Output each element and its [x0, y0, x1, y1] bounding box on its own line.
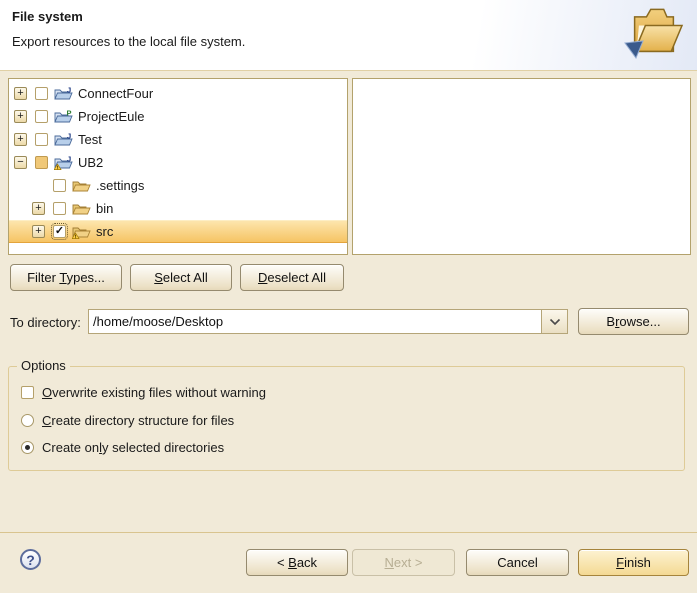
filter-types-label: Filter Types... [27, 270, 105, 285]
directory-dropdown-button[interactable] [541, 310, 567, 333]
expander-toggle[interactable]: + [14, 110, 27, 123]
export-arrow-icon [623, 40, 645, 60]
deselect-all-label: Deselect All [258, 270, 326, 285]
options-group-title: Options [17, 358, 70, 373]
expander-toggle[interactable]: + [32, 225, 45, 238]
option-row[interactable]: Create directory structure for files [21, 411, 234, 429]
expander-toggle[interactable]: − [14, 156, 27, 169]
option-label: Create directory structure for files [42, 413, 234, 428]
help-button[interactable]: ? [20, 549, 41, 570]
tree-item-label: Test [78, 132, 102, 147]
tree-item-label: ProjectEule [78, 109, 144, 124]
tree-row-connectfour[interactable]: + J ConnectFour [9, 82, 347, 105]
expander-toggle[interactable]: + [14, 133, 27, 146]
folder-icon [72, 201, 91, 216]
tree-row-src[interactable]: + ✓ src [9, 220, 347, 243]
tree-row--settings[interactable]: .settings [9, 174, 347, 197]
tree-checkbox[interactable] [35, 87, 48, 100]
tree-row-ub2[interactable]: − J UB2 [9, 151, 347, 174]
tree-row-bin[interactable]: + bin [9, 197, 347, 220]
java-project-folder-warning-icon: J [54, 155, 73, 170]
next-button[interactable]: Next > [352, 549, 455, 576]
resource-tree-panel[interactable]: + J ConnectFour + P ProjectEule + J Test… [8, 78, 348, 255]
tree-item-label: src [96, 224, 113, 239]
java-project-folder-icon: J [54, 132, 73, 147]
tree-item-label: .settings [96, 178, 144, 193]
select-all-button[interactable]: Select All [130, 264, 232, 291]
tree-item-label: UB2 [78, 155, 103, 170]
browse-label: Browse... [606, 314, 660, 329]
next-label: Next > [385, 555, 423, 570]
finish-label: Finish [616, 555, 651, 570]
back-button[interactable]: < Back [246, 549, 348, 576]
footer-separator [0, 532, 697, 533]
directory-input[interactable] [89, 310, 541, 333]
tree-checkbox[interactable] [35, 110, 48, 123]
project-folder-p-icon: P [54, 109, 73, 124]
finish-button[interactable]: Finish [578, 549, 689, 576]
option-row[interactable]: Overwrite existing files without warning [21, 383, 266, 401]
tree-item-label: ConnectFour [78, 86, 153, 101]
page-subtitle: Export resources to the local file syste… [12, 34, 245, 49]
expander-toggle[interactable]: + [32, 202, 45, 215]
question-icon: ? [26, 552, 35, 568]
java-project-folder-icon: J [54, 86, 73, 101]
tree-checkbox[interactable] [35, 133, 48, 146]
folder-warning-icon [72, 224, 91, 239]
folder-icon [72, 178, 91, 193]
svg-text:J: J [67, 155, 71, 164]
page-title: File system [12, 9, 83, 24]
overwrite-existing-checkbox[interactable] [21, 386, 34, 399]
file-list-panel[interactable] [352, 78, 691, 255]
directory-combo [88, 309, 568, 334]
to-directory-label: To directory: [10, 315, 81, 330]
option-row[interactable]: Create only selected directories [21, 438, 224, 456]
svg-text:J: J [67, 86, 71, 95]
select-all-label: Select All [154, 270, 207, 285]
tree-checkbox[interactable] [53, 202, 66, 215]
expander-toggle[interactable]: + [14, 87, 27, 100]
options-group: Options Overwrite existing files without… [8, 366, 685, 471]
tree-checkbox[interactable] [53, 179, 66, 192]
chevron-down-icon [549, 314, 561, 329]
tree-checkbox[interactable] [35, 156, 48, 169]
resource-tree: + J ConnectFour + P ProjectEule + J Test… [9, 79, 347, 243]
svg-text:J: J [67, 132, 71, 141]
option-label: Overwrite existing files without warning [42, 385, 266, 400]
export-wizard-dialog: File system Export resources to the loca… [0, 0, 697, 593]
filter-types-button[interactable]: Filter Types... [10, 264, 122, 291]
tree-item-label: bin [96, 201, 113, 216]
deselect-all-button[interactable]: Deselect All [240, 264, 344, 291]
cancel-label: Cancel [497, 555, 537, 570]
cancel-button[interactable]: Cancel [466, 549, 569, 576]
browse-button[interactable]: Browse... [578, 308, 689, 335]
create-directory-structure-radio[interactable] [21, 414, 34, 427]
tree-checkbox[interactable]: ✓ [53, 225, 66, 238]
svg-text:P: P [67, 109, 72, 118]
wizard-header: File system Export resources to the loca… [0, 0, 697, 71]
create-selected-directories-radio[interactable] [21, 441, 34, 454]
option-label: Create only selected directories [42, 440, 224, 455]
tree-row-projecteule[interactable]: + P ProjectEule [9, 105, 347, 128]
tree-row-test[interactable]: + J Test [9, 128, 347, 151]
back-label: < Back [277, 555, 317, 570]
